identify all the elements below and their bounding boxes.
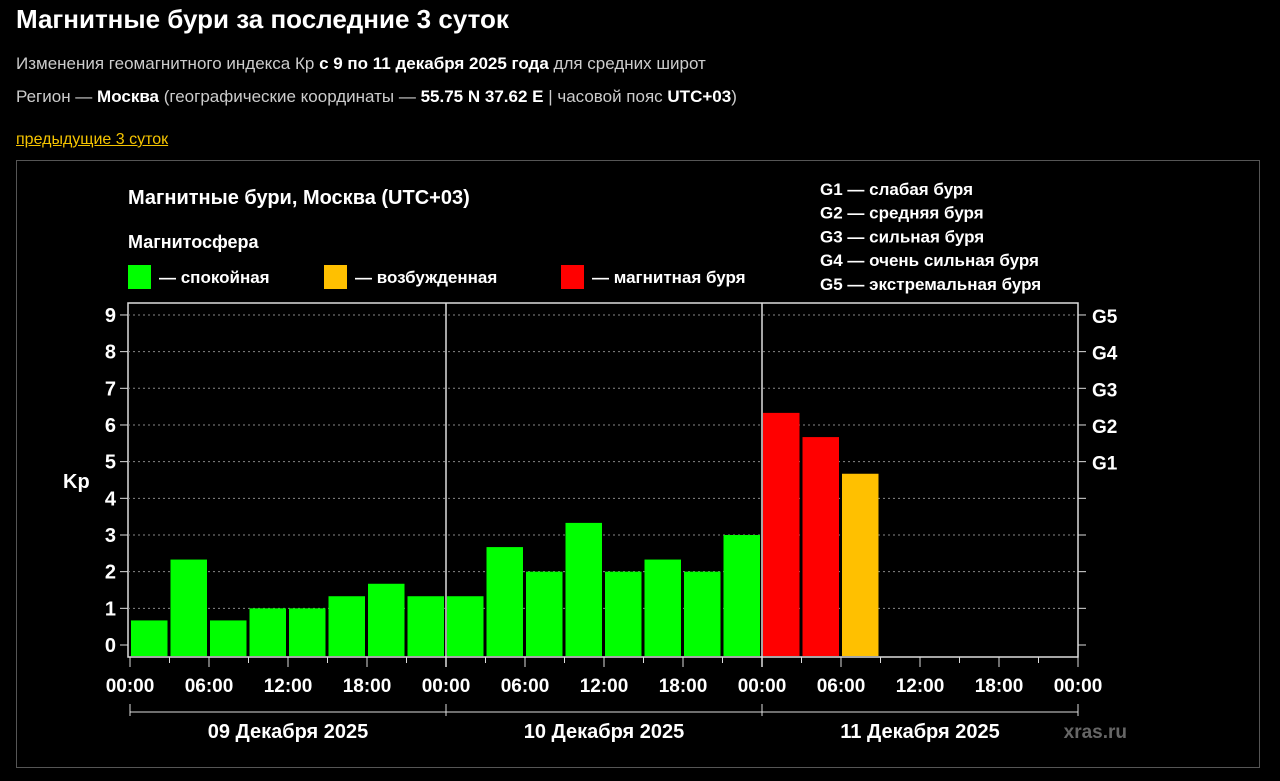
bar-quiet: [210, 620, 247, 656]
legend-title: Магнитосфера: [128, 232, 260, 252]
bar-quiet: [407, 596, 444, 656]
g-tick-label: G2: [1092, 417, 1117, 438]
bar-quiet: [565, 522, 602, 656]
day-label: 10 Декабря 2025: [524, 721, 685, 743]
y-tick-label: 5: [105, 452, 116, 474]
g-tick-label: G3: [1092, 380, 1117, 401]
g-tick-label: G1: [1092, 454, 1118, 475]
day-label: 09 Декабря 2025: [208, 721, 369, 743]
y-tick-label: 1: [105, 598, 116, 620]
plot-area: [127, 302, 1079, 658]
x-tick-label: 12:00: [264, 676, 313, 697]
bar-quiet: [644, 559, 681, 656]
y-tick-label: 3: [105, 525, 116, 547]
bar-quiet: [447, 596, 484, 656]
bar-quiet: [170, 559, 207, 656]
x-tick-label: 06:00: [817, 676, 866, 697]
watermark: xras.ru: [1064, 722, 1127, 743]
g-legend-item: G1 — слабая буря: [820, 180, 973, 199]
y-tick-label: 4: [105, 488, 117, 510]
x-tick-label: 00:00: [738, 676, 787, 697]
bar-storm: [763, 412, 800, 656]
y-tick-label: 9: [105, 305, 116, 327]
bar-storm: [802, 437, 839, 656]
x-tick-label: 18:00: [343, 676, 392, 697]
y-tick-label: 6: [105, 415, 116, 437]
x-tick-label: 06:00: [185, 676, 234, 697]
bar-quiet: [131, 620, 168, 656]
bar-quiet: [368, 583, 405, 656]
g-tick-label: G5: [1092, 307, 1118, 328]
bar-quiet: [289, 608, 326, 656]
g-legend-item: G4 — очень сильная буря: [820, 251, 1039, 270]
legend-label: — возбужденная: [355, 268, 497, 287]
day-label: 11 Декабря 2025: [840, 721, 999, 743]
bar-quiet: [328, 596, 365, 656]
x-tick-label: 12:00: [896, 676, 945, 697]
y-tick-label: 2: [105, 562, 116, 584]
g-tick-label: G4: [1092, 344, 1118, 365]
legend-swatch-excited: [324, 265, 347, 289]
x-tick-label: 06:00: [501, 676, 550, 697]
y-tick-label: 0: [105, 635, 116, 657]
g-legend-item: G2 — средняя буря: [820, 204, 984, 223]
x-tick-label: 00:00: [422, 676, 471, 697]
bar-quiet: [723, 534, 760, 656]
bar-quiet: [684, 571, 721, 656]
bar-quiet: [526, 571, 563, 656]
y-tick-label: 7: [105, 378, 116, 400]
bar-quiet: [605, 571, 642, 656]
legend-label: — магнитная буря: [592, 268, 746, 287]
legend-swatch-quiet: [128, 265, 151, 289]
x-tick-label: 00:00: [106, 676, 155, 697]
y-axis-label: Kp: [63, 471, 90, 493]
g-legend-item: G3 — сильная буря: [820, 227, 984, 246]
x-tick-label: 18:00: [659, 676, 708, 697]
x-tick-label: 12:00: [580, 676, 629, 697]
x-tick-label: 18:00: [975, 676, 1024, 697]
y-tick-label: 8: [105, 342, 116, 364]
x-tick-label: 00:00: [1054, 676, 1103, 697]
bar-excited: [842, 473, 879, 656]
bar-quiet: [486, 547, 523, 656]
bar-quiet: [249, 608, 286, 656]
g-legend-item: G5 — экстремальная буря: [820, 275, 1041, 294]
legend-swatch-storm: [561, 265, 584, 289]
kp-chart: Магнитные бури, Москва (UTC+03) Магнитосф…: [63, 180, 1127, 743]
chart-title: Магнитные бури, Москва (UTC+03): [128, 187, 470, 209]
legend-label: — спокойная: [159, 268, 270, 287]
